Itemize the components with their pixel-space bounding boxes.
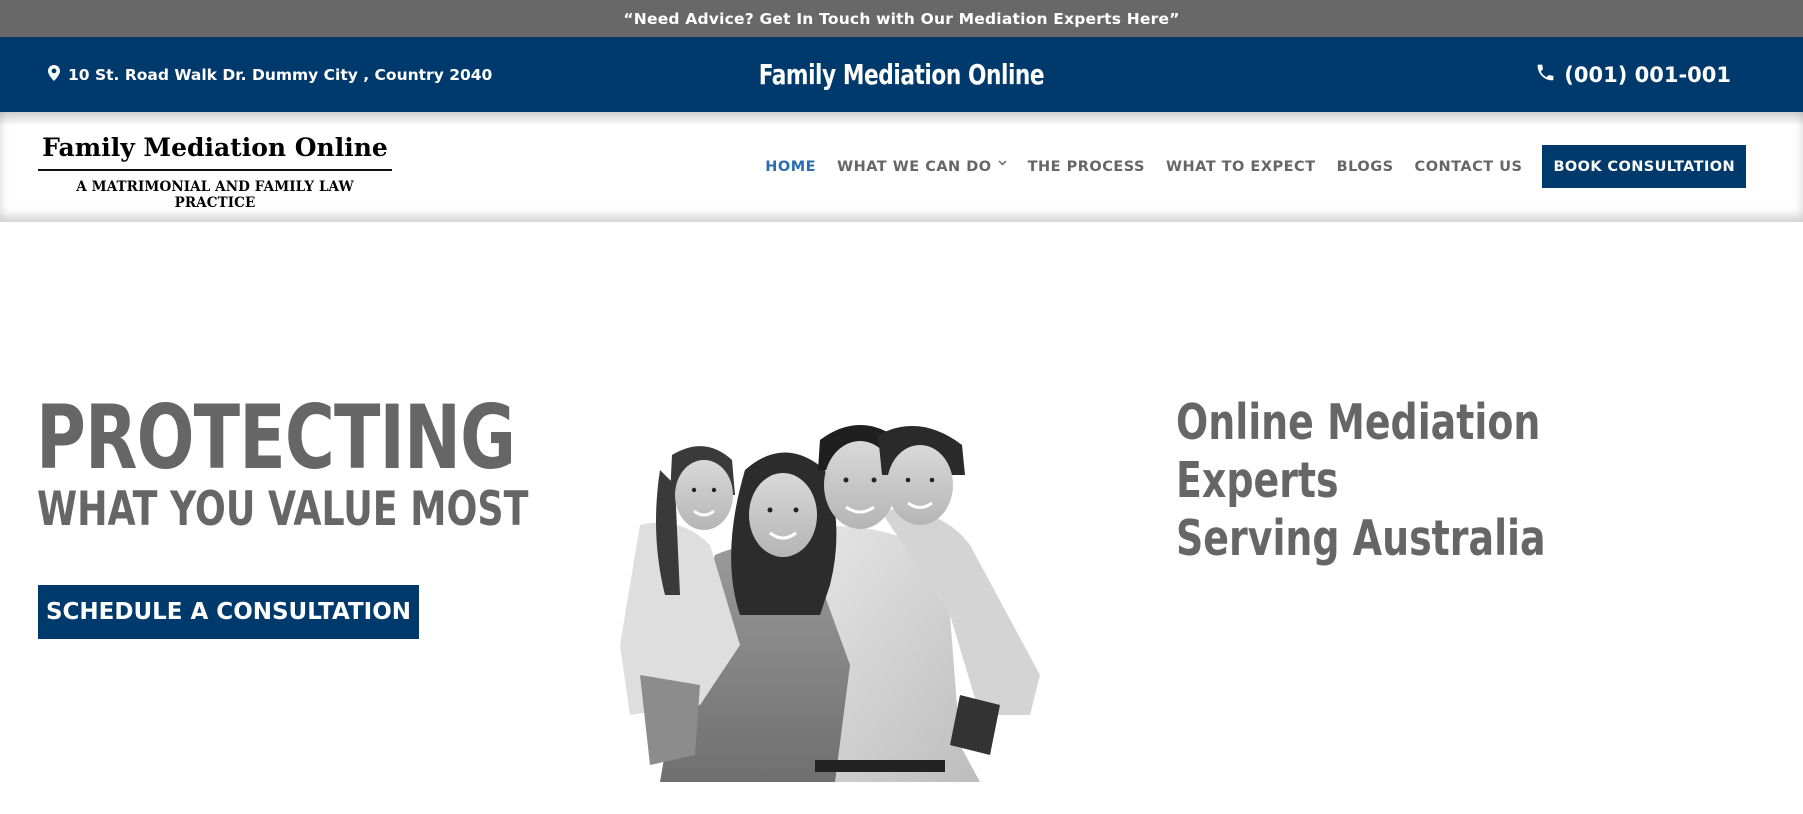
family-photo xyxy=(620,415,1052,782)
hero-subheadline: WHAT YOU VALUE MOST xyxy=(37,482,529,537)
map-pin-icon xyxy=(48,64,60,85)
header-shadow xyxy=(0,112,1803,126)
nav-contact-us[interactable]: CONTACT US xyxy=(1415,159,1523,175)
address-text: 10 St. Road Walk Dr. Dummy City , Countr… xyxy=(68,65,493,84)
chevron-down-icon xyxy=(998,159,1007,169)
logo-tagline: A MATRIMONIAL AND FAMILY LAW PRACTICE xyxy=(76,179,354,211)
main-nav: HOME WHAT WE CAN DO THE PROCESS WHAT TO … xyxy=(744,145,1746,188)
nav-home[interactable]: HOME xyxy=(765,159,816,175)
logo-name: Family Mediation Online xyxy=(38,133,392,171)
nav-the-process[interactable]: THE PROCESS xyxy=(1028,159,1145,175)
book-consultation-button[interactable]: BOOK CONSULTATION xyxy=(1542,145,1746,188)
hero-tagline: Online Mediation Experts Serving Austral… xyxy=(1176,394,1658,568)
phone-number: (001) 001-001 xyxy=(1564,62,1731,87)
site-logo[interactable]: Family Mediation Online A MATRIMONIAL AN… xyxy=(38,133,392,211)
phone-link[interactable]: (001) 001-001 xyxy=(1535,37,1731,112)
info-bar: 10 St. Road Walk Dr. Dummy City , Countr… xyxy=(0,37,1803,112)
hero-tagline-line-1: Online Mediation Experts xyxy=(1176,394,1541,509)
hero-tagline-line-2: Serving Australia xyxy=(1176,510,1546,567)
hero-headline: PROTECTING xyxy=(36,386,516,489)
schedule-consultation-button[interactable]: SCHEDULE A CONSULTATION xyxy=(38,585,419,639)
nav-what-we-can-do-label: WHAT WE CAN DO xyxy=(837,158,992,175)
nav-what-we-can-do[interactable]: WHAT WE CAN DO xyxy=(837,159,1007,175)
announcement-text[interactable]: “Need Advice? Get In Touch with Our Medi… xyxy=(623,10,1179,28)
nav-blogs[interactable]: BLOGS xyxy=(1337,159,1394,175)
phone-icon xyxy=(1535,62,1556,88)
announcement-bar: “Need Advice? Get In Touch with Our Medi… xyxy=(0,0,1803,37)
address: 10 St. Road Walk Dr. Dummy City , Countr… xyxy=(48,37,492,112)
nav-what-to-expect[interactable]: WHAT TO EXPECT xyxy=(1166,159,1316,175)
